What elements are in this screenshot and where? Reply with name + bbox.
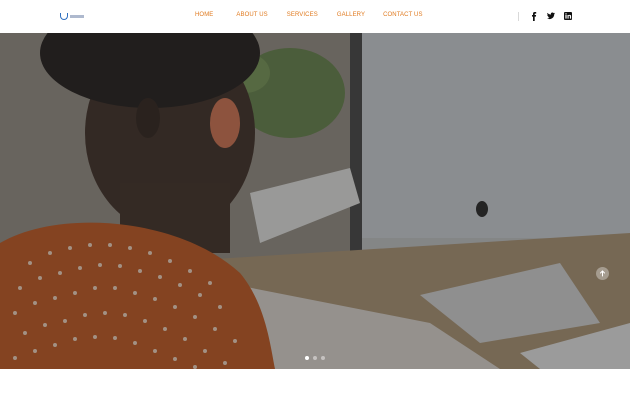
- logo-wordmark: [70, 15, 84, 18]
- header-divider: [518, 12, 519, 21]
- nav-contact-link[interactable]: CONTACT US: [383, 12, 422, 18]
- nav-services-link[interactable]: SERVICES: [287, 12, 318, 18]
- logo[interactable]: [60, 12, 86, 21]
- logo-mark-icon: [60, 13, 68, 20]
- nav-home-link[interactable]: HOME: [195, 12, 213, 18]
- nav-about-link[interactable]: ABOUT US: [236, 12, 267, 18]
- main-nav: HOME ABOUT US SERVICES GALLERY CONTACT U…: [195, 12, 423, 18]
- hero-slider[interactable]: [0, 33, 630, 369]
- nav-gallery-link[interactable]: GALLERY: [337, 12, 365, 18]
- arrow-up-icon: [600, 270, 605, 277]
- scroll-to-top-button[interactable]: [596, 267, 609, 280]
- slider-dot-3[interactable]: [321, 356, 325, 360]
- facebook-icon[interactable]: [530, 11, 538, 21]
- hero-dim-overlay: [0, 33, 630, 369]
- site-header: HOME ABOUT US SERVICES GALLERY CONTACT U…: [0, 0, 630, 33]
- social-links: [530, 11, 572, 21]
- twitter-icon[interactable]: [547, 11, 555, 21]
- slider-pagination: [305, 356, 325, 360]
- slider-dot-1[interactable]: [305, 356, 309, 360]
- slider-dot-2[interactable]: [313, 356, 317, 360]
- linkedin-icon[interactable]: [564, 11, 572, 21]
